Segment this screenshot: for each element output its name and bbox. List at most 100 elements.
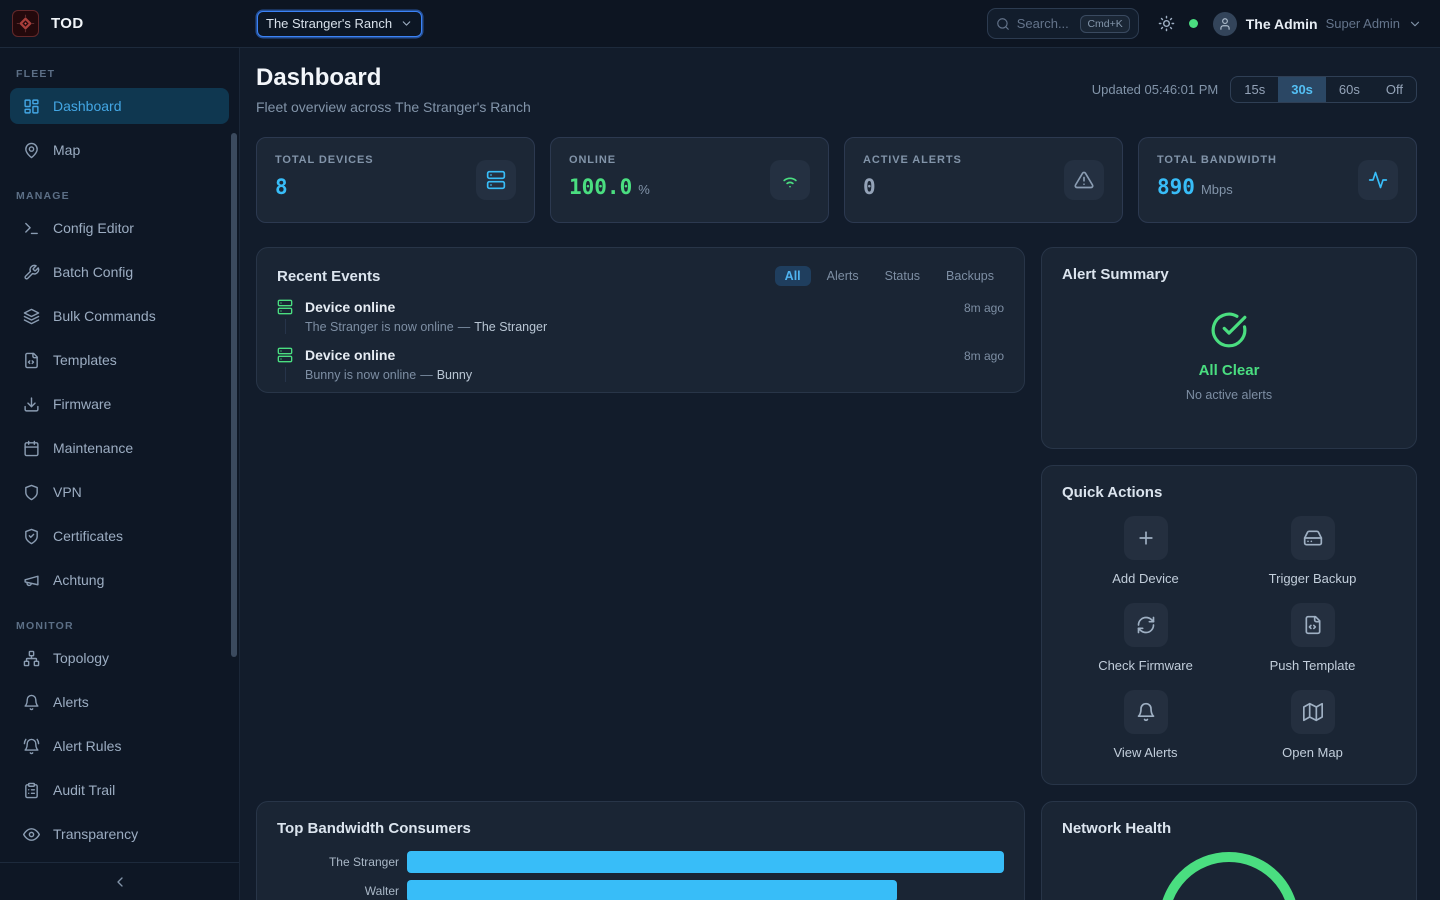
page-header-right: Updated 05:46:01 PM 15s 30s 60s Off	[1092, 76, 1417, 103]
bandwidth-row: The Stranger	[277, 851, 1004, 873]
megaphone-icon	[23, 572, 40, 589]
sidebar-item-templates[interactable]: Templates	[10, 342, 229, 378]
dashboard-grid-icon	[23, 98, 40, 115]
sidebar-item-alert-rules[interactable]: Alert Rules	[10, 728, 229, 764]
sidebar-item-alerts[interactable]: Alerts	[10, 684, 229, 720]
main-content: Dashboard Fleet overview across The Stra…	[240, 48, 1440, 900]
shield-icon	[23, 484, 40, 501]
search-box[interactable]: Cmd+K	[987, 8, 1139, 39]
filter-tab-alerts[interactable]: Alerts	[817, 266, 869, 286]
bell-ring-icon	[23, 738, 40, 755]
refresh-icon	[1124, 603, 1168, 647]
add-device-button[interactable]: Add Device	[1062, 516, 1229, 586]
fleet-selector[interactable]: The Stranger's Ranch	[257, 11, 422, 37]
search-input[interactable]	[1017, 16, 1074, 31]
filter-tab-status[interactable]: Status	[875, 266, 930, 286]
network-health-title: Network Health	[1062, 820, 1396, 837]
sidebar-item-label: Maintenance	[53, 440, 133, 456]
sidebar-item-batch-config[interactable]: Batch Config	[10, 254, 229, 290]
stat-value: 890	[1157, 175, 1195, 199]
sidebar-item-achtung[interactable]: Achtung	[10, 562, 229, 598]
stat-label: ACTIVE ALERTS	[863, 154, 962, 166]
alert-summary-title: Alert Summary	[1062, 266, 1396, 283]
quick-actions-title: Quick Actions	[1062, 484, 1396, 501]
sidebar-section-manage: MANAGE	[0, 190, 239, 202]
bandwidth-chart: The Stranger Walter	[277, 851, 1004, 900]
clipboard-list-icon	[23, 782, 40, 799]
sidebar-scrollbar[interactable]	[231, 133, 237, 657]
refresh-interval-group: 15s 30s 60s Off	[1230, 76, 1417, 103]
sidebar-item-label: Firmware	[53, 396, 111, 412]
user-icon	[1218, 17, 1232, 31]
avatar[interactable]	[1213, 12, 1237, 36]
stat-unit: %	[638, 182, 650, 197]
sidebar-item-transparency[interactable]: Transparency	[10, 816, 229, 852]
file-code-icon	[1291, 603, 1335, 647]
event-device: The Stranger	[474, 320, 547, 334]
event-time: 8m ago	[964, 349, 1004, 363]
sidebar-item-label: Dashboard	[53, 98, 122, 114]
sidebar-item-audit-trail[interactable]: Audit Trail	[10, 772, 229, 808]
check-firmware-button[interactable]: Check Firmware	[1062, 603, 1229, 673]
search-shortcut-badge: Cmd+K	[1080, 15, 1129, 33]
sidebar-item-label: Map	[53, 142, 80, 158]
network-icon	[23, 650, 40, 667]
sidebar-item-label: Batch Config	[53, 264, 133, 280]
sidebar-item-label: VPN	[53, 484, 82, 500]
sidebar-item-maintenance[interactable]: Maintenance	[10, 430, 229, 466]
refresh-30s-button[interactable]: 30s	[1278, 77, 1326, 102]
last-updated-text: Updated 05:46:01 PM	[1092, 82, 1218, 97]
bandwidth-title: Top Bandwidth Consumers	[277, 820, 1004, 837]
timeline-line	[285, 367, 286, 382]
stat-card-online: ONLINE 100.0 %	[550, 137, 829, 223]
open-map-button[interactable]: Open Map	[1229, 690, 1396, 760]
refresh-60s-button[interactable]: 60s	[1326, 77, 1373, 102]
sun-icon	[1158, 15, 1175, 32]
stat-value: 100.0	[569, 175, 632, 199]
filter-tab-all[interactable]: All	[775, 266, 811, 286]
trigger-backup-button[interactable]: Trigger Backup	[1229, 516, 1396, 586]
stats-row: TOTAL DEVICES 8 ONLINE 100.0 %	[256, 137, 1417, 223]
sidebar-item-firmware[interactable]: Firmware	[10, 386, 229, 422]
sidebar-item-dashboard[interactable]: Dashboard	[10, 88, 229, 124]
push-template-button[interactable]: Push Template	[1229, 603, 1396, 673]
alert-summary-panel: Alert Summary All Clear No active alerts	[1041, 247, 1417, 449]
wifi-icon	[770, 160, 810, 200]
hard-drive-icon	[1291, 516, 1335, 560]
stat-card-total-devices: TOTAL DEVICES 8	[256, 137, 535, 223]
sidebar-section-fleet: FLEET	[0, 68, 239, 80]
stat-card-total-bandwidth: TOTAL BANDWIDTH 890 Mbps	[1138, 137, 1417, 223]
file-code-icon	[23, 352, 40, 369]
sidebar-item-topology[interactable]: Topology	[10, 640, 229, 676]
sidebar-item-map[interactable]: Map	[10, 132, 229, 168]
view-alerts-button[interactable]: View Alerts	[1062, 690, 1229, 760]
event-filter-tabs: All Alerts Status Backups	[775, 266, 1004, 286]
topbar: TOD The Stranger's Ranch Cmd+K The Admin…	[0, 0, 1440, 48]
sidebar-item-config-editor[interactable]: Config Editor	[10, 210, 229, 246]
shield-check-icon	[23, 528, 40, 545]
bandwidth-bar	[407, 880, 897, 900]
timeline-line	[285, 319, 286, 334]
refresh-15s-button[interactable]: 15s	[1231, 77, 1278, 102]
user-menu-button[interactable]	[1408, 17, 1422, 31]
activity-icon	[1358, 160, 1398, 200]
stat-value: 8	[275, 175, 288, 199]
bell-icon	[23, 694, 40, 711]
bell-icon	[1124, 690, 1168, 734]
sidebar-item-bulk-commands[interactable]: Bulk Commands	[10, 298, 229, 334]
event-row[interactable]: Device online 8m ago Bunny is now online…	[277, 347, 1004, 382]
event-row[interactable]: Device online 8m ago The Stranger is now…	[277, 299, 1004, 334]
filter-tab-backups[interactable]: Backups	[936, 266, 1004, 286]
server-icon	[277, 299, 293, 315]
eye-icon	[23, 826, 40, 843]
sidebar-item-vpn[interactable]: VPN	[10, 474, 229, 510]
event-description: The Stranger is now online—The Stranger	[305, 320, 1004, 334]
stat-label: TOTAL DEVICES	[275, 154, 374, 166]
user-name: The Admin	[1246, 16, 1318, 32]
sidebar-collapse-button[interactable]	[0, 862, 239, 900]
bandwidth-device-label: Walter	[277, 884, 399, 898]
user-role: Super Admin	[1326, 16, 1400, 31]
refresh-off-button[interactable]: Off	[1373, 77, 1416, 102]
sidebar-item-certificates[interactable]: Certificates	[10, 518, 229, 554]
theme-toggle-button[interactable]	[1158, 15, 1175, 32]
